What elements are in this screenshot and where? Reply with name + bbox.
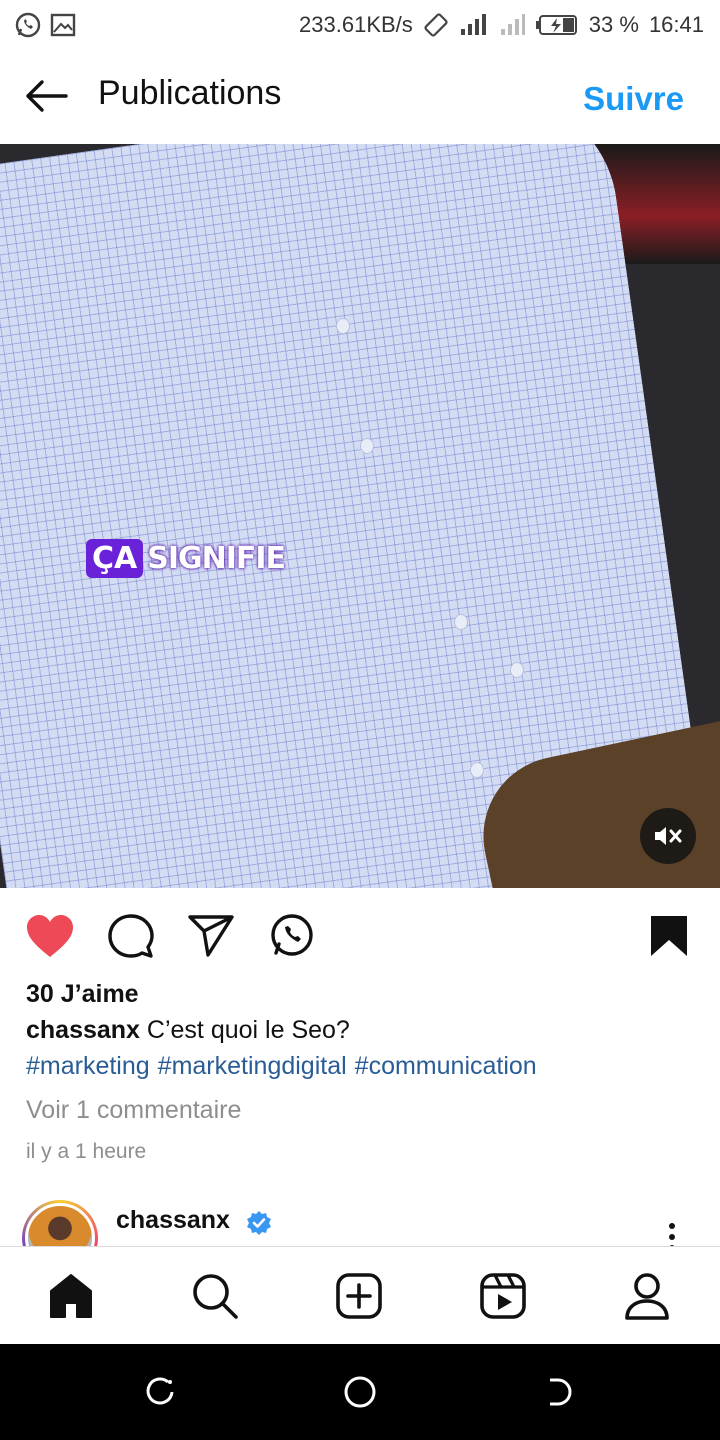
shirt-button [510,662,524,678]
recent-apps-icon [146,1377,174,1405]
nav-home[interactable] [44,1269,98,1323]
next-post-username[interactable]: chassanx [116,1206,230,1235]
comment-button[interactable] [105,910,157,962]
follow-button[interactable]: Suivre [583,80,684,118]
page-title: Publications [98,74,282,112]
send-icon [188,915,234,957]
whatsapp-icon [271,914,313,956]
bottom-navigation [0,1246,720,1344]
heart-filled-icon [27,915,73,957]
view-comments-link[interactable]: Voir 1 commentaire [26,1096,241,1125]
brand-text: SIGNIFIE [147,541,286,576]
hashtag-link[interactable]: #communication [355,1052,537,1081]
signal-icon [459,13,489,37]
avatar-image [25,1203,95,1246]
arrow-left-icon [26,80,68,112]
caption-username[interactable]: chassanx [26,1016,140,1044]
reels-icon [480,1273,526,1319]
like-button[interactable] [24,910,76,962]
back-system-icon [550,1378,572,1406]
post-video[interactable]: ÇA SIGNIFIE [0,144,720,888]
comment-icon [108,914,154,958]
avatar[interactable] [22,1200,98,1246]
post-timestamp: il y a 1 heure [26,1140,147,1163]
shirt-button [336,318,350,334]
more-options-icon[interactable] [664,1222,680,1246]
hashtag-list: #marketing #marketingdigital #communicat… [26,1052,537,1081]
brand-box: ÇA [86,539,144,578]
shirt-button [454,614,468,630]
caption-text: C’est quoi le Seo? [146,1016,350,1044]
clock: 16:41 [648,12,704,37]
home-system-button[interactable] [342,1374,378,1410]
search-icon [193,1274,238,1319]
nav-reels[interactable] [476,1269,530,1323]
circle-home-icon [344,1376,376,1408]
network-speed: 233.61KB/s [299,12,413,37]
hashtag-link[interactable]: #marketing [26,1052,150,1081]
bookmark-filled-icon [651,916,687,956]
whatsapp-icon [14,11,42,39]
home-icon [50,1274,92,1318]
top-bar: Publications Suivre [0,50,720,144]
verified-badge-icon [246,1210,272,1241]
whatsapp-share-button[interactable] [265,910,317,962]
shirt-button [470,762,484,778]
next-post-header: chassanx [0,1196,720,1246]
battery-level: 33 % [588,12,639,37]
battery-icon [535,14,579,36]
share-button[interactable] [185,910,237,962]
post-caption: chassanx C’est quoi le Seo? [26,1016,350,1045]
save-button[interactable] [643,910,695,962]
gallery-icon [50,13,76,37]
back-button[interactable] [22,76,72,116]
brand-watermark: ÇA SIGNIFIE [86,539,286,578]
nav-profile[interactable] [620,1269,674,1323]
hashtag-link[interactable]: #marketingdigital [158,1052,347,1081]
mute-button[interactable] [640,808,696,864]
nav-create[interactable] [332,1269,386,1323]
nav-search[interactable] [188,1269,242,1323]
signal-icon-2 [499,13,525,37]
volume-muted-icon [655,827,682,845]
recent-apps-button[interactable] [142,1374,178,1410]
shirt-button [360,438,374,454]
system-navigation [0,1344,720,1440]
post-actions [0,888,720,984]
back-system-button[interactable] [542,1374,578,1410]
create-icon [336,1273,382,1319]
profile-icon [625,1273,669,1320]
status-bar: 233.61KB/s 33 % 16:41 [0,0,720,50]
rotate-icon [423,12,449,38]
like-count[interactable]: 30 J’aime [26,980,139,1009]
